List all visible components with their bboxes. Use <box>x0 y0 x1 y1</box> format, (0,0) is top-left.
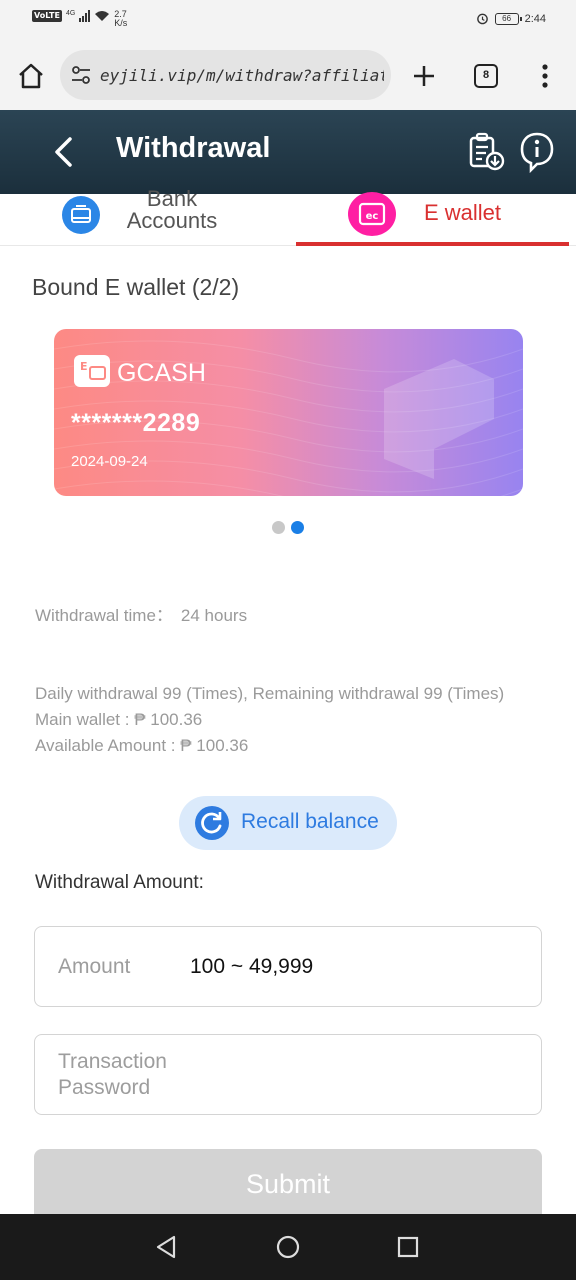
ewallet-card[interactable]: E GCASH *******2289 2024-09-24 <box>54 329 523 496</box>
status-right: 66 2:44 <box>476 12 546 25</box>
tab-bank-label-line2: Accounts <box>126 208 218 233</box>
wallet-bound-date: 2024-09-24 <box>71 453 148 470</box>
tab-e-wallet[interactable]: ec E wallet <box>296 192 569 246</box>
page-title: Withdrawal <box>116 132 271 164</box>
url-text[interactable]: eyjili.vip/m/withdraw?affiliate <box>100 66 384 85</box>
net-speed: 2.7 K/s <box>114 10 127 28</box>
carousel-indicator <box>272 521 304 534</box>
address-bar[interactable]: eyjili.vip/m/withdraw?affiliate <box>60 50 391 100</box>
recall-balance-button[interactable]: Recall balance <box>179 796 397 850</box>
clock: 2:44 <box>524 12 546 25</box>
daily-withdrawal-limits: Daily withdrawal 99 (Times), Remaining w… <box>35 684 505 703</box>
network-type-label: 4G <box>65 10 76 17</box>
bank-card-icon <box>62 196 100 234</box>
e-wallet-icon: ec <box>348 192 396 236</box>
refresh-icon <box>195 806 229 840</box>
tab-bank-accounts[interactable]: Bank Accounts <box>60 188 260 244</box>
main-wallet-balance: Main wallet : ₱ 100.36 <box>35 710 203 729</box>
carousel-dot-1[interactable] <box>272 521 285 534</box>
withdrawal-time-value: 24 hours <box>180 606 248 625</box>
password-placeholder: Transaction Password <box>58 1050 167 1099</box>
app-header: Withdrawal <box>0 110 576 194</box>
amount-input[interactable]: Amount 100 ~ 49,999 <box>34 926 542 1007</box>
wallet-name: GCASH <box>117 359 206 387</box>
site-settings-icon[interactable] <box>70 65 92 85</box>
battery-icon: 66 <box>494 12 522 25</box>
account-type-tabs: Bank Accounts ec E wallet <box>0 188 576 246</box>
more-menu-icon[interactable] <box>534 62 556 90</box>
bound-wallet-title: Bound E wallet (2/2) <box>32 274 240 300</box>
wallet-logo-icon: E <box>74 355 110 387</box>
net-speed-unit: K/s <box>114 18 128 28</box>
nav-home-icon[interactable] <box>276 1235 300 1259</box>
tab-switcher-button[interactable]: 8 <box>474 64 498 88</box>
submit-button[interactable]: Submit <box>34 1149 542 1219</box>
withdrawal-info: Daily withdrawal 99 (Times), Remaining w… <box>35 681 535 759</box>
active-tab-indicator <box>296 242 569 246</box>
system-nav-bar <box>0 1214 576 1280</box>
help-info-icon[interactable] <box>518 130 556 174</box>
card-watermark-icon <box>384 359 494 479</box>
wifi-icon <box>95 11 110 21</box>
svg-text:E: E <box>80 360 88 373</box>
amount-field-label: Amount <box>58 955 131 978</box>
wallet-number: *******2289 <box>71 409 201 437</box>
nav-back-icon[interactable] <box>154 1234 180 1260</box>
recall-balance-label: Recall balance <box>241 810 379 833</box>
transaction-password-input[interactable]: Transaction Password <box>34 1034 542 1115</box>
browser-home-button[interactable] <box>17 62 45 90</box>
browser-toolbar: eyjili.vip/m/withdraw?affiliate 8 <box>0 40 576 110</box>
volte-badge: VoLTE <box>32 10 62 22</box>
signal-icon <box>79 10 91 22</box>
withdrawal-time-label: Withdrawal time： <box>35 606 173 625</box>
withdrawal-records-icon[interactable] <box>466 130 506 174</box>
withdrawal-amount-label: Withdrawal Amount: <box>35 872 204 893</box>
new-tab-button[interactable] <box>410 62 438 90</box>
status-bar: VoLTE 4G 2.7 K/s 66 2:44 <box>0 0 576 40</box>
status-left: VoLTE 4G 2.7 K/s <box>32 10 127 28</box>
carousel-dot-2[interactable] <box>291 521 304 534</box>
tab-e-wallet-label: E wallet <box>424 200 502 225</box>
back-arrow-icon[interactable] <box>48 134 78 170</box>
alarm-icon <box>476 13 488 25</box>
svg-text:ec: ec <box>366 211 379 222</box>
available-amount: Available Amount : ₱ 100.36 <box>35 736 249 755</box>
tab-bank-label: Bank Accounts <box>122 188 222 232</box>
withdrawal-time: Withdrawal time： 24 hours <box>35 601 247 626</box>
amount-range-hint[interactable]: 100 ~ 49,999 <box>190 955 313 979</box>
nav-recents-icon[interactable] <box>397 1236 419 1258</box>
submit-label: Submit <box>245 1169 331 1199</box>
